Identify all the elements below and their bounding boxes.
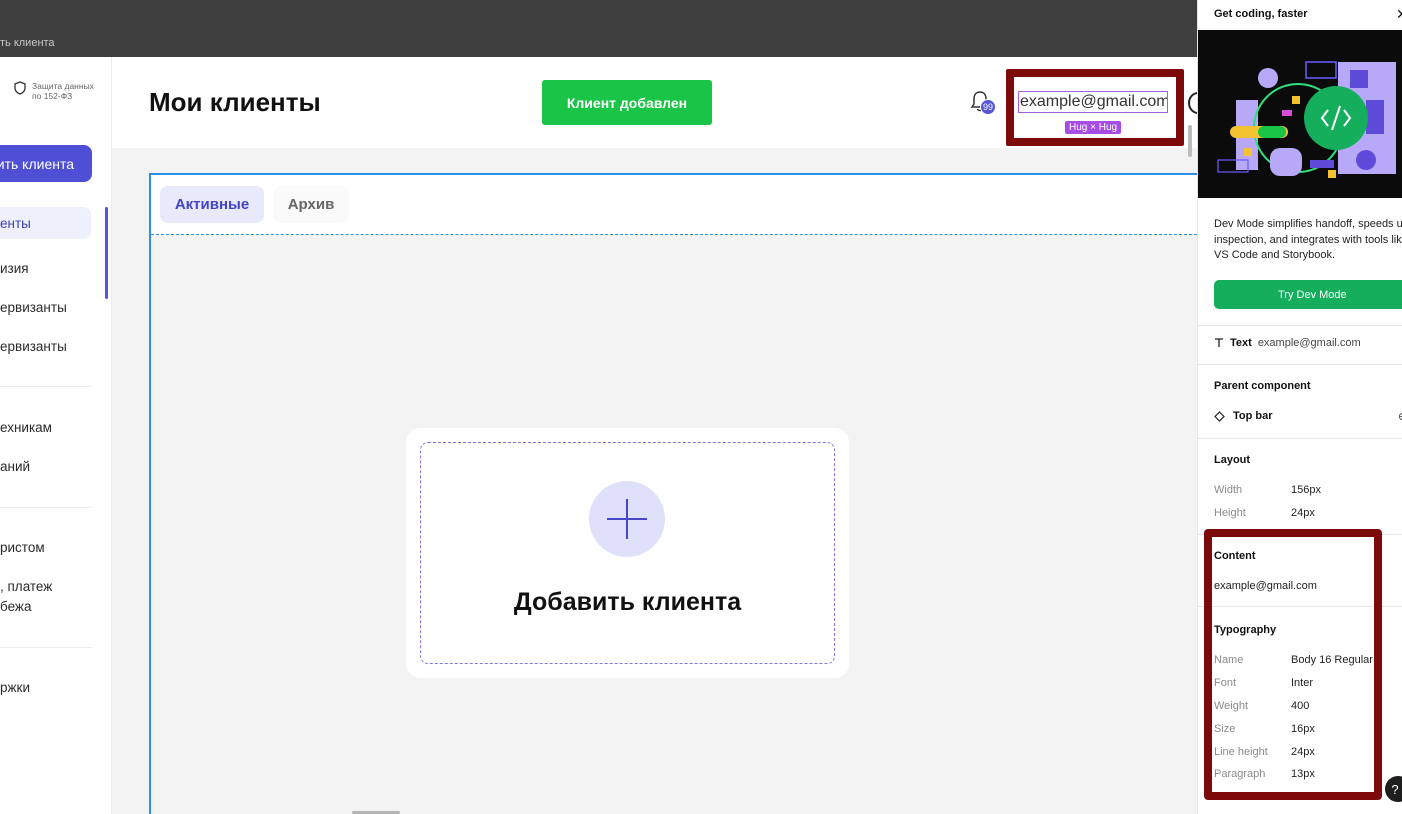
parent-component-row[interactable]: Top bar: [1214, 410, 1273, 422]
sidebar-item[interactable]: ервизанты: [0, 339, 67, 354]
add-client-card[interactable]: Добавить клиента: [406, 428, 849, 678]
layout-heading: Layout: [1214, 454, 1251, 466]
notifications-button[interactable]: 99: [970, 90, 996, 116]
notification-badge: 99: [980, 99, 996, 115]
sidebar-item[interactable]: ервизанты: [0, 300, 67, 315]
panel-divider: [1198, 325, 1402, 326]
canvas-top-strip: ть клиента: [0, 0, 1197, 57]
sidebar-item[interactable]: ехникам: [0, 420, 52, 435]
sidebar-item-clients[interactable]: енты: [0, 207, 91, 239]
panel-title: Get coding, faster: [1214, 8, 1308, 20]
layout-width-key: Width: [1214, 484, 1243, 496]
frame-label[interactable]: ть клиента: [0, 37, 55, 49]
parent-component-heading: Parent component: [1214, 380, 1311, 392]
sidebar-item[interactable]: изия: [0, 261, 29, 276]
page-title: Мои клиенты: [149, 87, 321, 117]
sidebar-divider: [0, 647, 92, 648]
parent-component-name: Top bar: [1233, 410, 1273, 422]
layout-width-value[interactable]: 156px: [1291, 484, 1321, 496]
vertical-scrollbar[interactable]: [1188, 125, 1192, 157]
add-client-button[interactable]: ить клиента: [0, 145, 92, 182]
panel-divider: [1198, 438, 1402, 439]
layout-height-key: Height: [1214, 507, 1246, 519]
text-key: Text: [1230, 337, 1252, 349]
text-layer-row[interactable]: Text example@gmail.com: [1214, 337, 1361, 349]
sidebar-item[interactable]: , платеж: [0, 579, 52, 594]
panel-divider: [1198, 364, 1402, 365]
sidebar-item[interactable]: ржки: [0, 680, 30, 695]
tabs-bar: Активные Архив: [151, 175, 1197, 235]
privacy-text: Защита данных по 152-ФЗ: [32, 81, 94, 101]
try-dev-mode-button[interactable]: Try Dev Mode: [1214, 280, 1402, 309]
tab-archive[interactable]: Архив: [273, 186, 349, 223]
annotation-highlight-email: [1006, 69, 1184, 146]
component-diamond-icon: [1214, 410, 1225, 422]
sidebar-item[interactable]: аний: [0, 459, 30, 474]
annotation-highlight-typography: [1204, 529, 1382, 800]
sidebar-item-line2[interactable]: бежа: [0, 599, 31, 614]
close-icon[interactable]: ✕: [1396, 6, 1402, 23]
toast-client-added: Клиент добавлен: [542, 80, 712, 125]
text-tool-icon: [1215, 338, 1223, 347]
layout-height-value[interactable]: 24px: [1291, 507, 1315, 519]
dev-mode-description: Dev Mode simplifies handoff, speeds up i…: [1214, 218, 1402, 261]
active-rail: [105, 207, 108, 299]
tab-active[interactable]: Активные: [160, 186, 264, 223]
sidebar-item[interactable]: ристом: [0, 540, 45, 555]
sidebar-divider: [0, 507, 92, 508]
text-value: example@gmail.com: [1257, 337, 1361, 349]
dev-mode-illustration: [1198, 30, 1402, 198]
sidebar-divider: [0, 386, 92, 387]
add-client-dropzone[interactable]: Добавить клиента: [420, 442, 835, 664]
help-button[interactable]: ?: [1385, 776, 1402, 802]
add-client-label: Добавить клиента: [513, 588, 742, 616]
shield-icon: [14, 81, 26, 95]
privacy-note: Защита данных по 152-ФЗ: [14, 81, 102, 101]
sidebar: Защита данных по 152-ФЗ ить клиента енты…: [0, 57, 112, 814]
dev-mode-artwork: [1198, 30, 1402, 198]
go-to-component-icon[interactable]: ⊖: [1398, 410, 1402, 423]
plus-icon[interactable]: [589, 481, 665, 557]
